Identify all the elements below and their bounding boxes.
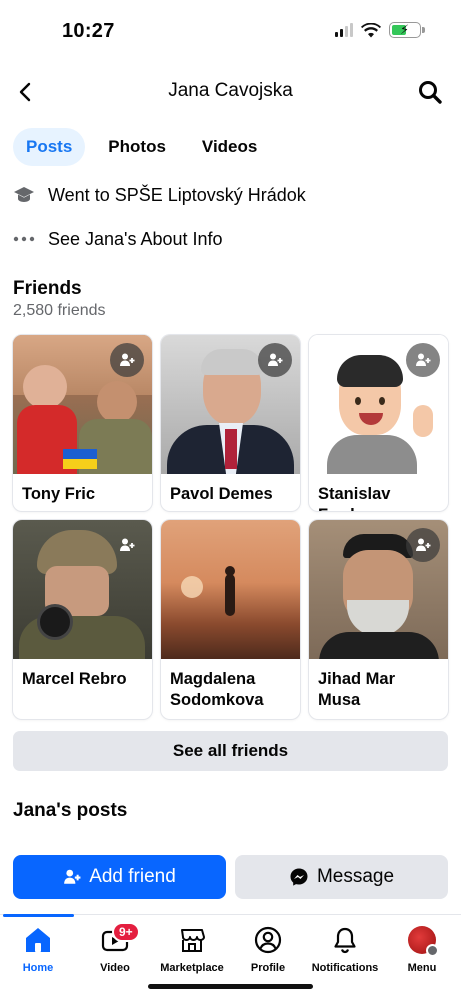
nav-label: Menu bbox=[407, 962, 437, 974]
profile-actions: Add friend Message bbox=[13, 855, 448, 899]
profile-tabs: Posts Photos Videos bbox=[13, 128, 280, 166]
status-icons: ⚡ bbox=[335, 22, 425, 38]
message-button[interactable]: Message bbox=[235, 855, 448, 899]
about-info-row[interactable]: See Jana's About Info bbox=[13, 228, 223, 250]
nav-active-indicator bbox=[3, 914, 74, 917]
friend-name: Jihad Mar Musa bbox=[318, 670, 396, 709]
friend-card[interactable]: Stanislav Furda bbox=[309, 335, 448, 511]
bell-icon bbox=[334, 927, 356, 954]
friend-card[interactable]: Jihad Mar Musa bbox=[309, 520, 448, 719]
menu-avatar-icon bbox=[408, 926, 439, 957]
messenger-icon bbox=[290, 868, 308, 886]
friend-card[interactable]: Tony Fric bbox=[13, 335, 152, 511]
education-row[interactable]: Went to SPŠE Liptovský Hrádok bbox=[13, 184, 306, 206]
nav-menu[interactable]: Menu bbox=[376, 925, 461, 974]
home-icon bbox=[26, 928, 50, 952]
add-friend-icon[interactable] bbox=[406, 343, 440, 377]
tab-posts[interactable]: Posts bbox=[13, 128, 86, 166]
more-dots-icon bbox=[13, 228, 35, 250]
video-badge: 9+ bbox=[112, 922, 140, 942]
search-button[interactable] bbox=[415, 77, 445, 107]
profile-icon bbox=[254, 926, 282, 954]
friend-card[interactable]: Magdalena Sodomkova bbox=[161, 520, 300, 719]
education-text: Went to SPŠE Liptovský Hrádok bbox=[48, 184, 306, 205]
friend-name: Magdalena Sodomkova bbox=[170, 670, 264, 709]
friend-photo bbox=[161, 520, 300, 659]
message-label: Message bbox=[316, 866, 395, 887]
add-friend-label: Add friend bbox=[89, 866, 176, 887]
friend-name: Stanislav Furda bbox=[318, 485, 391, 511]
wifi-icon bbox=[361, 22, 381, 37]
marketplace-icon bbox=[181, 929, 205, 952]
add-friend-button[interactable]: Add friend bbox=[13, 855, 226, 899]
add-person-icon bbox=[64, 869, 81, 884]
page-title: Jana Cavojska bbox=[168, 80, 293, 101]
profile-header: Jana Cavojska bbox=[0, 70, 461, 114]
friend-card[interactable]: Marcel Rebro bbox=[13, 520, 152, 719]
add-friend-icon[interactable] bbox=[110, 343, 144, 377]
back-button[interactable] bbox=[14, 78, 40, 106]
battery-icon: ⚡ bbox=[389, 22, 425, 38]
about-info-text: See Jana's About Info bbox=[48, 228, 223, 249]
graduation-cap-icon bbox=[13, 184, 35, 206]
status-bar: 10:27 ⚡ bbox=[0, 0, 461, 60]
friends-count: 2,580 friends bbox=[13, 302, 106, 319]
tab-videos[interactable]: Videos bbox=[189, 128, 270, 166]
add-friend-icon[interactable] bbox=[110, 528, 144, 562]
add-friend-icon[interactable] bbox=[406, 528, 440, 562]
add-friend-icon[interactable] bbox=[258, 343, 292, 377]
see-all-friends-button[interactable]: See all friends bbox=[13, 731, 448, 771]
chevron-left-icon bbox=[19, 82, 31, 102]
friends-title: Friends bbox=[13, 278, 82, 299]
friend-name: Pavol Demes bbox=[170, 485, 273, 503]
search-icon bbox=[419, 81, 442, 104]
tab-photos[interactable]: Photos bbox=[95, 128, 179, 166]
status-time: 10:27 bbox=[62, 20, 115, 42]
home-indicator bbox=[148, 984, 313, 989]
friends-grid: Tony Fric Pavol Demes Stanislav Furd bbox=[13, 335, 449, 719]
friend-name: Tony Fric bbox=[22, 485, 96, 503]
friend-card[interactable]: Pavol Demes bbox=[161, 335, 300, 511]
posts-title: Jana's posts bbox=[13, 800, 128, 821]
cellular-signal-icon bbox=[335, 23, 353, 37]
friend-name: Marcel Rebro bbox=[22, 670, 127, 688]
